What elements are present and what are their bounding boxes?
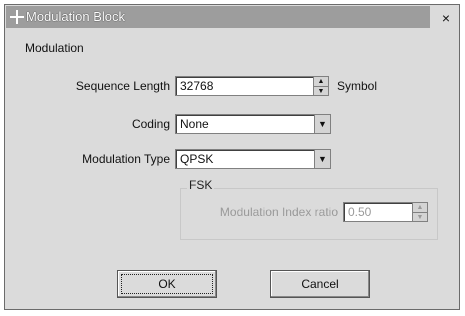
- window-title: Modulation Block: [26, 9, 125, 24]
- sequence-length-label: Sequence Length: [75, 79, 170, 93]
- cancel-button-label: Cancel: [301, 277, 339, 291]
- modulation-type-label: Modulation Type: [82, 152, 170, 166]
- modulation-index-input[interactable]: 0.50: [343, 202, 413, 222]
- modulation-type-dropdown[interactable]: QPSK ▼: [175, 149, 331, 169]
- coding-label: Coding: [131, 117, 170, 131]
- coding-value: None: [180, 117, 209, 131]
- spin-down-icon[interactable]: ▼: [413, 213, 427, 222]
- modulation-index-spinner[interactable]: ▲ ▼: [412, 202, 428, 222]
- spin-up-icon[interactable]: ▲: [314, 77, 328, 87]
- close-icon: ×: [441, 10, 451, 26]
- modulation-type-value: QPSK: [180, 152, 214, 166]
- modulation-group-label: Modulation: [25, 41, 84, 55]
- sequence-length-unit: Symbol: [337, 79, 378, 93]
- ok-button-label: OK: [158, 277, 176, 291]
- ok-button[interactable]: OK: [117, 270, 217, 298]
- fsk-group-label: FSK: [187, 178, 215, 192]
- app-icon: [10, 10, 24, 24]
- sequence-length-input[interactable]: 32768: [175, 76, 315, 96]
- title-bar[interactable]: Modulation Block: [6, 6, 430, 28]
- chevron-down-icon[interactable]: ▼: [314, 115, 330, 133]
- spin-down-icon[interactable]: ▼: [314, 87, 328, 96]
- spin-up-icon[interactable]: ▲: [413, 203, 427, 213]
- chevron-down-icon[interactable]: ▼: [314, 150, 330, 168]
- modulation-index-label: Modulation Index ratio: [219, 205, 338, 219]
- close-button[interactable]: ×: [438, 10, 454, 26]
- cancel-button[interactable]: Cancel: [270, 270, 370, 298]
- coding-dropdown[interactable]: None ▼: [175, 114, 331, 134]
- sequence-length-spinner[interactable]: ▲ ▼: [313, 76, 329, 96]
